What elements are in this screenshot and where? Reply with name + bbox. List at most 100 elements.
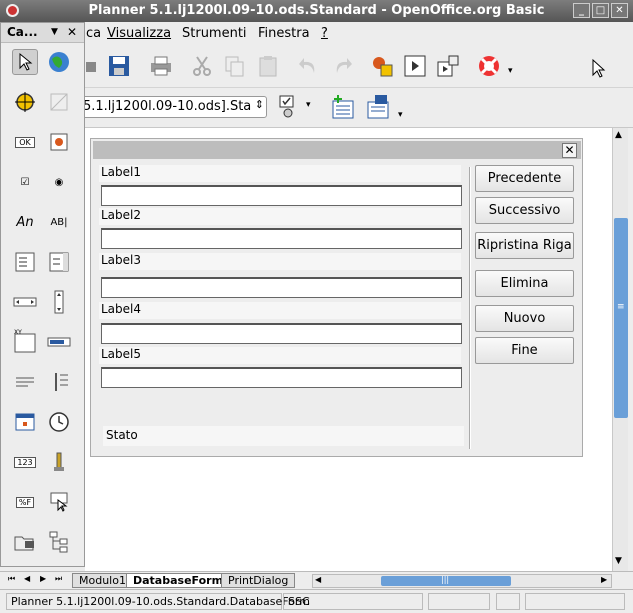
run-icon[interactable] [402, 53, 428, 79]
progress-bar-control-icon[interactable] [46, 329, 72, 355]
label3[interactable]: Label3 [99, 253, 461, 270]
status-location: Planner 5.1.lj1200l.09-10.ods.Standard.D… [6, 593, 310, 610]
combo-arrow-icon: ⇕ [254, 98, 264, 111]
palette-header[interactable]: Ca... ▼ ✕ [1, 23, 84, 43]
paste-icon[interactable] [255, 53, 281, 79]
library-combo[interactable]: 5.1.lj1200l.09-10.ods].Sta ⇕ [78, 96, 267, 118]
numeric-field-control-icon[interactable]: 123 [12, 449, 38, 475]
scroll-grip-icon: ≡ [617, 302, 625, 312]
next-tab-icon[interactable]: ▶ [40, 574, 46, 583]
dialog-titlebar[interactable]: ✕ [93, 141, 581, 159]
file-control-icon[interactable] [12, 529, 38, 555]
save-icon[interactable] [106, 53, 132, 79]
horizontal-line-control-icon[interactable] [12, 369, 38, 395]
palette-close-icon[interactable]: ✕ [67, 25, 77, 39]
status-label[interactable]: Stato [103, 426, 464, 446]
macro-toolbar: 5.1.lj1200l.09-10.ods].Sta ⇕ ▾ ▾ [0, 88, 633, 128]
tab-modulo1[interactable]: Modulo1 [72, 573, 133, 588]
prev-tab-icon[interactable]: ◀ [24, 574, 30, 583]
combo-box-control-icon[interactable] [46, 249, 72, 275]
text-field-2[interactable] [101, 228, 462, 249]
database-form-dialog[interactable]: ✕ Label1 Label2 Label3 Label4 Label5 Sta… [90, 138, 583, 457]
date-field-control-icon[interactable] [12, 409, 38, 435]
scroll-up-icon[interactable]: ▲ [615, 130, 622, 140]
save-basic-icon[interactable] [365, 94, 391, 120]
select-icon[interactable] [12, 49, 38, 75]
window-titlebar: Planner 5.1.lj1200l.09-10.ods.Standard -… [0, 0, 633, 22]
insert-controls-dropdown-icon[interactable]: ▾ [306, 100, 320, 112]
vertical-scroll-thumb[interactable] [614, 218, 628, 418]
test-mode-icon[interactable] [46, 49, 72, 75]
horizontal-scrollbar-control-icon[interactable] [12, 289, 38, 315]
toolbar-overflow-icon[interactable]: ▾ [508, 66, 518, 80]
dialog-close-icon[interactable]: ✕ [562, 143, 577, 158]
previous-button[interactable]: Precedente [475, 165, 574, 192]
label1[interactable]: Label1 [99, 165, 461, 182]
menu-item-help[interactable]: ? [321, 26, 328, 41]
menu-item-partial[interactable]: ca [86, 26, 101, 41]
next-button[interactable]: Successivo [475, 197, 574, 224]
last-tab-icon[interactable]: ⏭ [55, 574, 62, 584]
time-field-control-icon[interactable] [46, 409, 72, 435]
pattern-field-control-icon[interactable] [46, 489, 72, 515]
print-icon[interactable] [148, 53, 174, 79]
menu-item-visualizza[interactable]: Visualizza [107, 26, 171, 41]
undo-icon[interactable] [296, 53, 322, 79]
radio-control-icon[interactable]: ◉ [46, 169, 72, 195]
status-mode: SSC [283, 593, 423, 610]
label5[interactable]: Label5 [99, 347, 461, 364]
toolbar2-overflow-icon[interactable]: ▾ [398, 110, 408, 124]
menu-item-finestra[interactable]: Finestra [258, 26, 310, 41]
first-tab-icon[interactable]: ⏮ [8, 574, 15, 584]
tree-control-icon[interactable] [46, 529, 72, 555]
properties-disabled-icon[interactable] [46, 89, 72, 115]
scroll-left-icon[interactable]: ◀ [315, 575, 321, 584]
group-box-control-icon[interactable]: XY [12, 329, 38, 355]
help-lifebuoy-icon[interactable] [476, 53, 502, 79]
menu-item-strumenti[interactable]: Strumenti [182, 26, 247, 41]
new-module-icon[interactable] [330, 94, 356, 120]
vertical-line-control-icon[interactable] [46, 369, 72, 395]
scroll-down-icon[interactable]: ▼ [615, 556, 622, 566]
button-control-icon[interactable]: OK [12, 129, 38, 155]
redo-icon[interactable] [329, 53, 355, 79]
status-cell-5 [525, 593, 625, 610]
currency-field-control-icon[interactable] [46, 449, 72, 475]
reset-row-button[interactable]: Ripristina Riga [475, 232, 574, 259]
image-control-icon[interactable] [46, 129, 72, 155]
crosshair-icon[interactable] [12, 89, 38, 115]
copy-icon[interactable] [222, 53, 248, 79]
text-field-1[interactable] [101, 185, 462, 206]
label2[interactable]: Label2 [99, 208, 461, 225]
choose-macro-icon[interactable] [369, 53, 395, 79]
library-combo-value: 5.1.lj1200l.09-10.ods].Sta [83, 99, 252, 114]
close-window-button[interactable]: ✕ [611, 3, 628, 18]
delete-button[interactable]: Elimina [475, 270, 574, 297]
insert-controls-icon[interactable] [278, 94, 304, 120]
horizontal-scrollbar[interactable]: ◀ ||| ▶ [312, 574, 612, 588]
dialog-tool-icon[interactable] [435, 53, 461, 79]
new-button[interactable]: Nuovo [475, 305, 574, 332]
formatted-field-control-icon[interactable]: %F [12, 489, 38, 515]
vertical-scrollbar-control-icon[interactable] [46, 289, 72, 315]
tab-databaseform[interactable]: DatabaseForm [126, 573, 231, 588]
finish-button[interactable]: Fine [475, 337, 574, 364]
text-field-3[interactable] [101, 277, 462, 298]
text-field-5[interactable] [101, 367, 462, 388]
list-box-control-icon[interactable] [12, 249, 38, 275]
text-field-control-icon[interactable]: AB| [46, 209, 72, 235]
label-control-icon[interactable]: An [12, 209, 38, 235]
checkbox-control-icon[interactable]: ☑ [12, 169, 38, 195]
mouse-cursor-icon [590, 58, 616, 84]
menu-bar: ca Visualizza Strumenti Finestra ? [0, 22, 633, 44]
status-cell-3 [428, 593, 490, 610]
label4[interactable]: Label4 [99, 302, 461, 319]
palette-dropdown-icon[interactable]: ▼ [51, 27, 58, 37]
cut-icon[interactable] [189, 53, 215, 79]
maximize-button[interactable]: □ [592, 3, 609, 18]
minimize-button[interactable]: _ [573, 3, 590, 18]
scroll-right-icon[interactable]: ▶ [601, 575, 607, 584]
text-field-4[interactable] [101, 323, 462, 344]
vertical-scrollbar[interactable]: ▲ ≡ ▼ [612, 128, 628, 571]
tab-printdialog[interactable]: PrintDialog [221, 573, 296, 588]
